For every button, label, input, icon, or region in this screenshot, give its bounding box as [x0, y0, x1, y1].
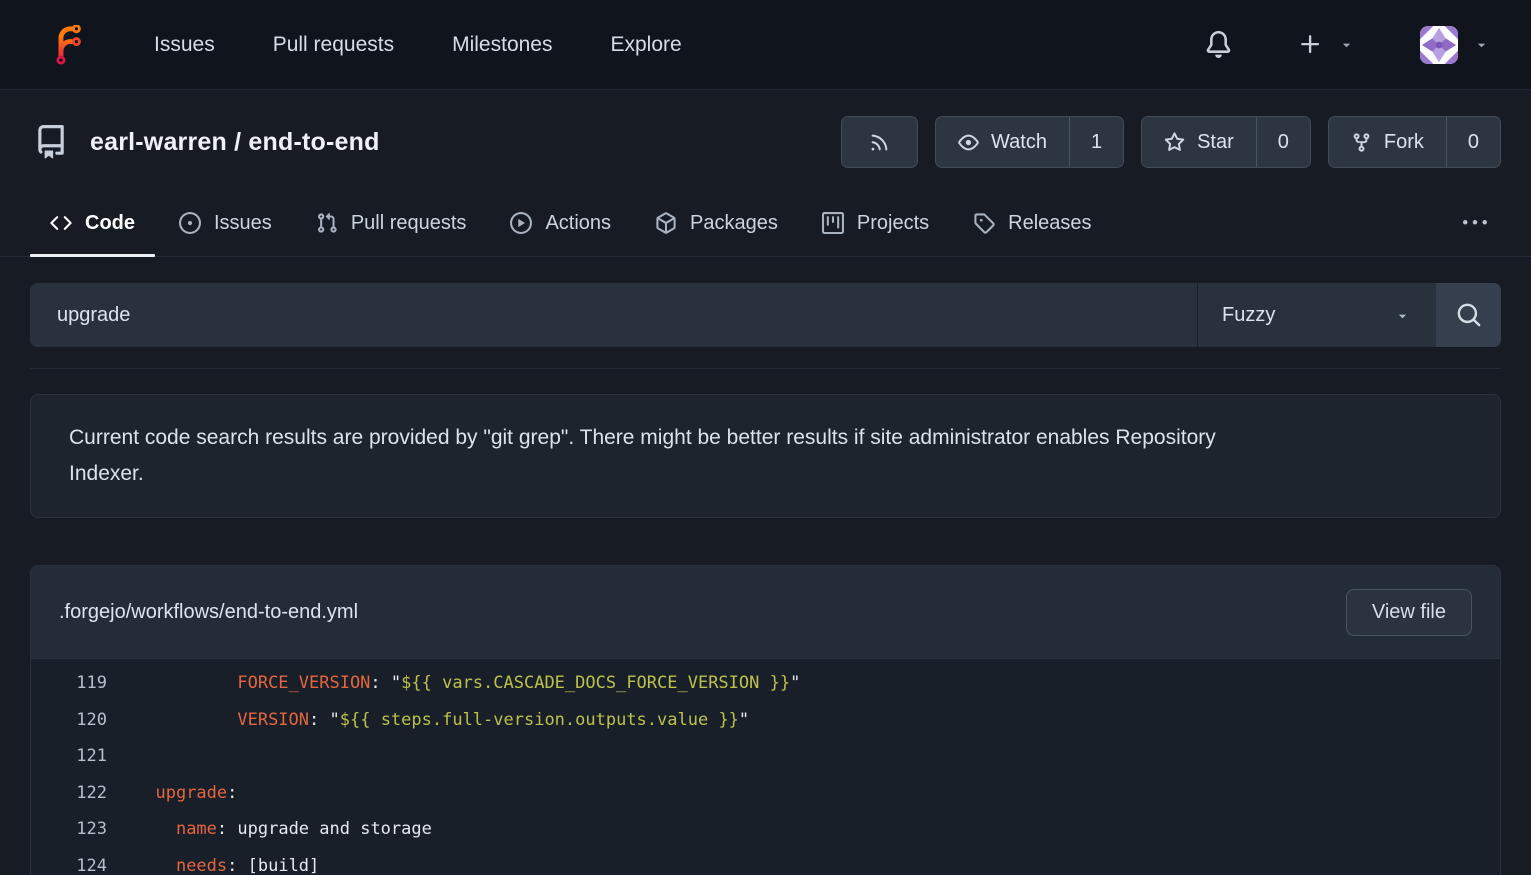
code-line: 120 VERSION: "${{ steps.full-version.out…	[31, 702, 1500, 739]
code-text: upgrade:	[107, 775, 237, 812]
search-result-card: .forgejo/workflows/end-to-end.yml View f…	[30, 565, 1501, 875]
tag-icon	[973, 212, 995, 234]
repo-icon	[34, 125, 68, 159]
code-line: 122 upgrade:	[31, 775, 1500, 812]
tab-label: Actions	[545, 212, 611, 235]
primary-nav: Issues Pull requests Milestones Explore	[154, 33, 740, 57]
tab-issues[interactable]: Issues	[159, 190, 292, 256]
tab-packages[interactable]: Packages	[635, 190, 798, 256]
code-preview: 119 FORCE_VERSION: "${{ vars.CASCADE_DOC…	[31, 659, 1500, 875]
rss-button[interactable]	[841, 116, 918, 168]
caret-down-icon	[1339, 37, 1354, 52]
tab-releases[interactable]: Releases	[953, 190, 1111, 256]
tab-actions[interactable]: Actions	[490, 190, 631, 256]
issue-icon	[179, 212, 201, 234]
line-number: 124	[31, 848, 107, 875]
star-icon	[1164, 132, 1185, 153]
nav-link-pull-requests[interactable]: Pull requests	[273, 33, 394, 57]
fork-button[interactable]: Fork 0	[1328, 116, 1501, 168]
code-text: VERSION: "${{ steps.full-version.outputs…	[107, 702, 749, 739]
repo-title[interactable]: earl-warren / end-to-end	[90, 128, 380, 157]
code-text: name: upgrade and storage	[107, 811, 432, 848]
repo-header: earl-warren / end-to-end Watch 1 Star 0 …	[0, 90, 1531, 190]
tab-label: Code	[85, 212, 135, 235]
line-number: 120	[31, 702, 107, 739]
rss-icon	[869, 132, 890, 153]
view-file-button[interactable]: View file	[1346, 589, 1472, 636]
code-icon	[50, 212, 72, 234]
main-content: Fuzzy Current code search results are pr…	[0, 283, 1531, 875]
tab-label: Pull requests	[351, 212, 467, 235]
forgejo-logo[interactable]	[50, 25, 90, 65]
code-line: 124 needs: [build]	[31, 848, 1500, 875]
watch-count[interactable]: 1	[1069, 117, 1123, 167]
caret-down-icon	[1395, 308, 1410, 323]
watch-button[interactable]: Watch 1	[935, 116, 1124, 168]
tab-label: Packages	[690, 212, 778, 235]
star-button[interactable]: Star 0	[1141, 116, 1311, 168]
line-number: 123	[31, 811, 107, 848]
grep-notice-line1: Current code search results are provided…	[69, 420, 1462, 456]
plus-icon	[1298, 32, 1323, 57]
package-icon	[655, 212, 677, 234]
code-search-bar: Fuzzy	[30, 283, 1501, 347]
tab-label: Issues	[214, 212, 272, 235]
code-text	[107, 738, 135, 775]
section-divider	[30, 368, 1501, 369]
code-line: 119 FORCE_VERSION: "${{ vars.CASCADE_DOC…	[31, 665, 1500, 702]
top-navbar: Issues Pull requests Milestones Explore	[0, 0, 1531, 90]
grep-notice-panel: Current code search results are provided…	[30, 394, 1501, 518]
fork-icon	[1351, 132, 1372, 153]
code-line: 123 name: upgrade and storage	[31, 811, 1500, 848]
fork-count[interactable]: 0	[1446, 117, 1500, 167]
tab-code[interactable]: Code	[30, 190, 155, 256]
nav-link-issues[interactable]: Issues	[154, 33, 215, 57]
create-new-button[interactable]	[1298, 32, 1354, 57]
user-menu-button[interactable]	[1420, 26, 1489, 64]
search-mode-select[interactable]: Fuzzy	[1197, 283, 1436, 347]
line-number: 119	[31, 665, 107, 702]
pull-request-icon	[316, 212, 338, 234]
tab-pull-requests[interactable]: Pull requests	[296, 190, 487, 256]
notifications-button[interactable]	[1205, 31, 1232, 58]
star-count[interactable]: 0	[1256, 117, 1310, 167]
search-mode-value: Fuzzy	[1222, 304, 1275, 327]
search-submit-button[interactable]	[1436, 283, 1501, 347]
bell-icon	[1205, 31, 1232, 58]
result-file-header: .forgejo/workflows/end-to-end.yml View f…	[31, 566, 1500, 659]
user-avatar	[1420, 26, 1458, 64]
code-search-input[interactable]	[30, 283, 1197, 347]
play-circle-icon	[510, 212, 532, 234]
tab-label: Releases	[1008, 212, 1091, 235]
nav-link-explore[interactable]: Explore	[611, 33, 682, 57]
caret-down-icon	[1474, 37, 1489, 52]
repo-tabs: Code Issues Pull requests Actions Packages Pr…	[0, 190, 1531, 257]
repo-action-buttons: Watch 1 Star 0 Fork 0	[841, 116, 1501, 168]
eye-icon	[958, 132, 979, 153]
star-label: Star	[1197, 131, 1234, 154]
watch-label: Watch	[991, 131, 1047, 154]
result-file-path[interactable]: .forgejo/workflows/end-to-end.yml	[59, 601, 358, 624]
grep-notice-line2: Indexer.	[69, 456, 1462, 492]
line-number: 122	[31, 775, 107, 812]
kebab-icon	[1463, 211, 1487, 235]
code-line: 121	[31, 738, 1500, 775]
forgejo-logo-icon	[50, 25, 90, 65]
tab-label: Projects	[857, 212, 929, 235]
tab-projects[interactable]: Projects	[802, 190, 949, 256]
code-text: needs: [build]	[107, 848, 319, 875]
code-text: FORCE_VERSION: "${{ vars.CASCADE_DOCS_FO…	[107, 665, 800, 702]
nav-link-milestones[interactable]: Milestones	[452, 33, 552, 57]
project-icon	[822, 212, 844, 234]
tab-overflow-button[interactable]	[1449, 190, 1501, 256]
line-number: 121	[31, 738, 107, 775]
search-icon	[1456, 302, 1482, 328]
fork-label: Fork	[1384, 131, 1424, 154]
